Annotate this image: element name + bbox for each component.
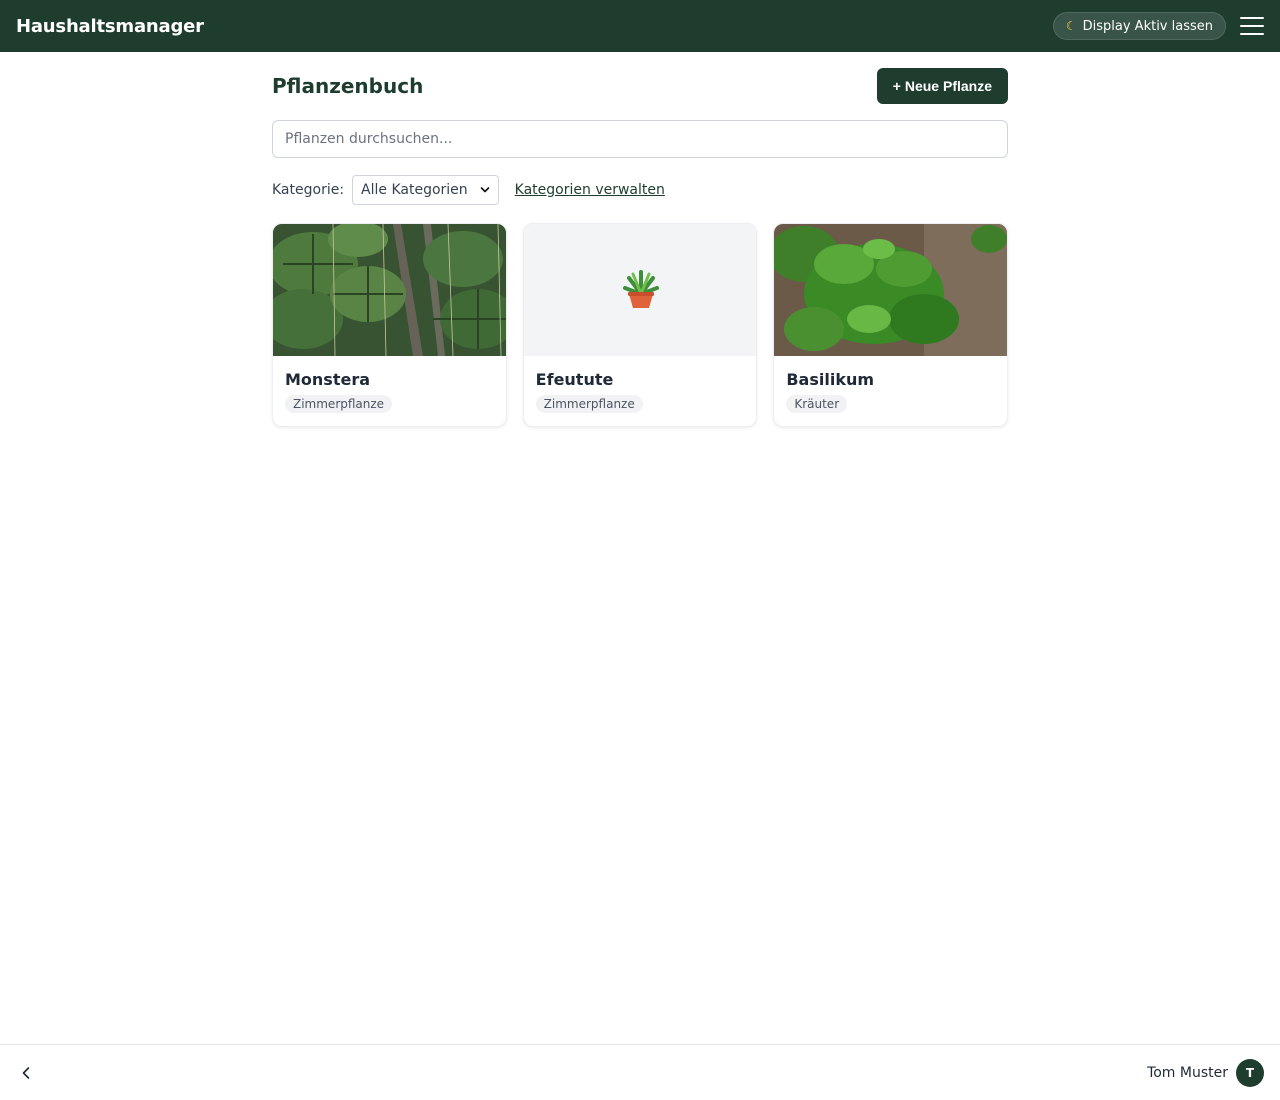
basil-photo (774, 224, 1008, 356)
category-filter-label: Kategorie: (272, 182, 345, 198)
plant-card[interactable]: Basilikum Kräuter (773, 223, 1009, 427)
page-title: Pflanzenbuch (272, 74, 424, 98)
chevron-down-icon (480, 187, 489, 193)
new-plant-button[interactable]: + Neue Pflanze (876, 68, 1008, 104)
plant-card[interactable]: Monstera Zimmerpflanze (272, 223, 507, 427)
plant-name: Monstera (285, 370, 371, 389)
plant-category-badge: Kräuter (786, 395, 848, 413)
plant-search-input[interactable] (272, 120, 1008, 158)
user-name: Tom Muster (1147, 1064, 1228, 1081)
top-bar: Haushaltsmanager ☾ Display Aktiv lassen (0, 0, 1280, 52)
keep-display-awake-button[interactable]: ☾ Display Aktiv lassen (1052, 12, 1226, 40)
main-content: Pflanzenbuch + Neue Pflanze Kategorie: A… (272, 52, 1009, 427)
keep-display-awake-label: Display Aktiv lassen (1082, 18, 1213, 34)
category-select-value: Alle Kategorien (361, 182, 468, 198)
potted-plant-icon (623, 270, 660, 308)
monstera-photo (273, 224, 506, 356)
plant-name: Efeutute (535, 370, 614, 389)
category-select[interactable]: Alle Kategorien (352, 175, 499, 205)
plant-category-badge: Zimmerpflanze (535, 395, 643, 413)
hamburger-menu-icon[interactable] (1240, 17, 1264, 35)
plant-name: Basilikum (786, 370, 875, 389)
plant-image-placeholder (523, 224, 757, 356)
plant-grid: Monstera Zimmerpflanze Efeutute Zimmerpf… (272, 223, 1009, 427)
app-title[interactable]: Haushaltsmanager (16, 16, 204, 37)
chevron-left-icon[interactable] (16, 1063, 36, 1083)
page-header: Pflanzenbuch + Neue Pflanze (272, 52, 1008, 120)
user-profile[interactable]: Tom Muster T (1147, 1058, 1264, 1087)
manage-categories-link[interactable]: Kategorien verwalten (515, 182, 665, 198)
bottom-bar: Tom Muster T (0, 1044, 1280, 1100)
moon-icon: ☾ (1065, 19, 1077, 33)
top-bar-actions: ☾ Display Aktiv lassen (1052, 12, 1264, 40)
avatar: T (1236, 1058, 1264, 1087)
category-filter-row: Kategorie: Alle Kategorien Kategorien ve… (272, 174, 1008, 206)
plant-category-badge: Zimmerpflanze (285, 395, 393, 413)
plant-card[interactable]: Efeutute Zimmerpflanze (522, 223, 758, 427)
